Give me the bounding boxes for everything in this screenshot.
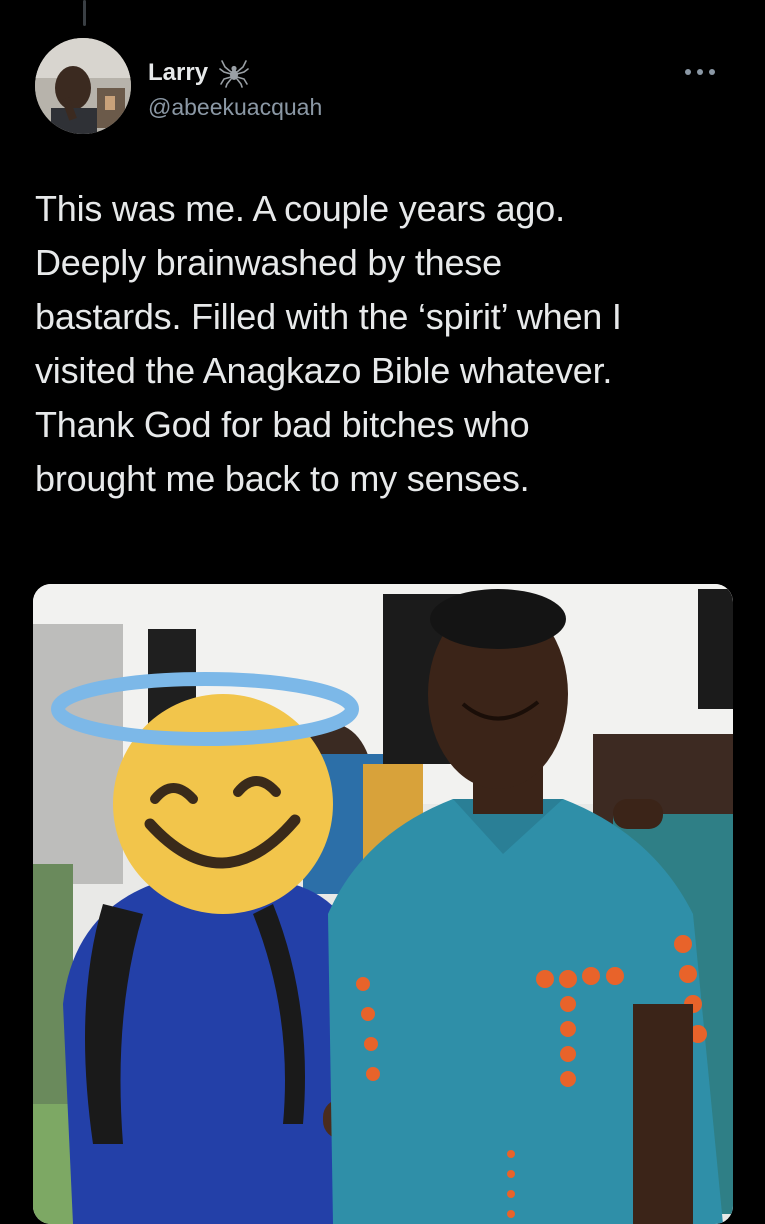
spider-icon [218, 58, 249, 88]
author-names: Larry @abeekuacquah [148, 58, 322, 121]
tweet-photo[interactable] [33, 584, 733, 1224]
tweet-text: This was me. A couple years ago. Deeply … [35, 188, 622, 499]
thread-connector-line [83, 0, 86, 26]
display-name[interactable]: Larry [148, 59, 208, 87]
tweet-header: Larry @abeekuacquah [35, 38, 735, 138]
author-handle[interactable]: @abeekuacquah [148, 94, 322, 121]
avatar[interactable] [35, 38, 131, 134]
more-options-icon[interactable] [685, 62, 729, 82]
